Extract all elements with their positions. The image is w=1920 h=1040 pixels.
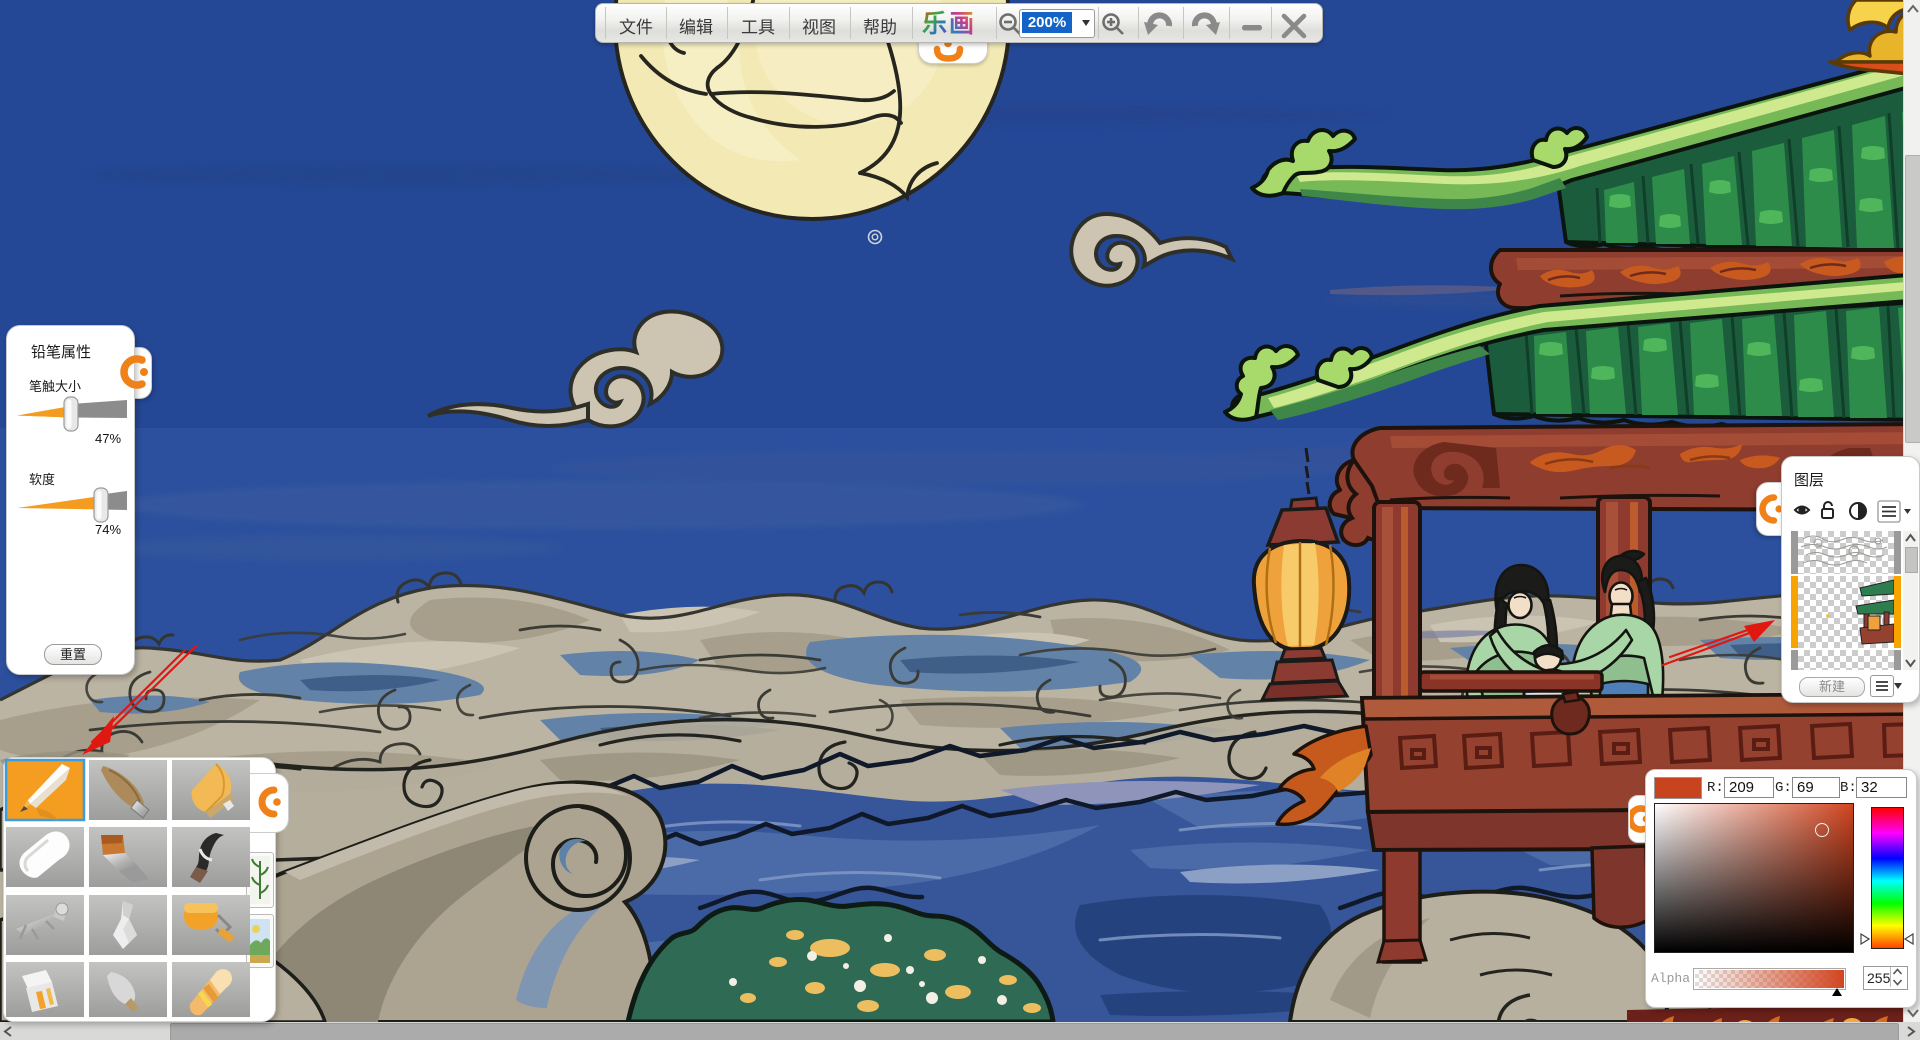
svg-text:画: 画	[949, 10, 974, 38]
svg-text:乐: 乐	[922, 10, 947, 38]
